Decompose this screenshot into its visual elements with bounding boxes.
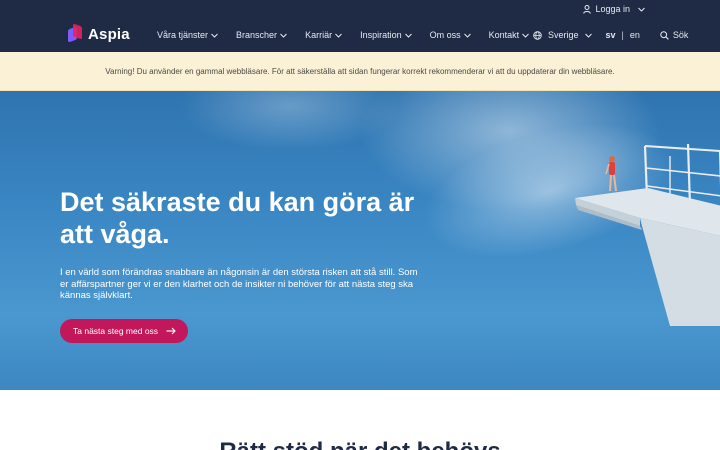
logo[interactable]: Aspia: [68, 23, 130, 43]
login-link[interactable]: Logga in: [583, 4, 645, 14]
nav-item-services[interactable]: Våra tjänster: [157, 30, 218, 40]
section-title: Rätt stöd när det behövs: [0, 438, 720, 450]
chevron-down-icon: [584, 33, 592, 38]
search-button[interactable]: Sök: [660, 30, 689, 40]
search-icon: [660, 30, 669, 40]
nav-item-industries[interactable]: Branscher: [236, 30, 287, 40]
chevron-down-icon: [638, 7, 645, 12]
site-header: Logga in Aspia Våra tjänster Branscher K…: [0, 0, 720, 52]
nav-item-contact[interactable]: Kontakt: [489, 30, 530, 40]
lang-separator: |: [621, 30, 624, 40]
hero-lead-text: I en värld som förändras snabbare än någ…: [60, 267, 418, 301]
chevron-down-icon: [463, 33, 471, 38]
browser-warning-text: Varning! Du använder en gammal webbläsar…: [105, 66, 615, 76]
chevron-down-icon: [211, 33, 218, 38]
hero-title: Det säkraste du kan göra är att våga.: [60, 187, 415, 249]
globe-icon: [533, 30, 542, 40]
logo-icon: [68, 23, 82, 43]
user-icon: [583, 4, 592, 14]
chevron-down-icon: [522, 33, 530, 38]
nav-item-label: Branscher: [236, 30, 278, 40]
nav-item-label: Karriär: [305, 30, 333, 40]
diving-platform-illustration: [575, 143, 720, 326]
nav-item-inspiration[interactable]: Inspiration: [360, 30, 412, 40]
brand-name: Aspia: [88, 25, 130, 43]
main-nav: Våra tjänster Branscher Karriär Inspirat…: [157, 30, 547, 40]
arrow-right-icon: [166, 327, 176, 335]
browser-warning-banner: Varning! Du använder en gammal webbläsar…: [0, 52, 720, 91]
nav-item-label: Inspiration: [360, 30, 402, 40]
chevron-down-icon: [335, 33, 342, 38]
nav-item-about[interactable]: Om oss: [430, 30, 471, 40]
search-label: Sök: [672, 30, 689, 40]
nav-item-career[interactable]: Karriär: [305, 30, 342, 40]
region-selector[interactable]: Sverige: [548, 30, 579, 40]
login-label: Logga in: [595, 4, 630, 14]
lang-sv-link[interactable]: sv: [606, 30, 616, 40]
nav-item-label: Våra tjänster: [157, 30, 209, 40]
nav-item-label: Kontakt: [488, 30, 520, 40]
chevron-down-icon: [280, 33, 287, 38]
header-tools: Sverige sv | en Sök: [533, 30, 688, 40]
hero-section: Det säkraste du kan göra är att våga. I …: [0, 91, 720, 390]
chevron-down-icon: [404, 33, 412, 38]
lang-en-link[interactable]: en: [630, 30, 640, 40]
nav-item-label: Om oss: [429, 30, 461, 40]
cta-button[interactable]: Ta nästa steg med oss: [60, 319, 189, 343]
cta-label: Ta nästa steg med oss: [73, 326, 159, 336]
